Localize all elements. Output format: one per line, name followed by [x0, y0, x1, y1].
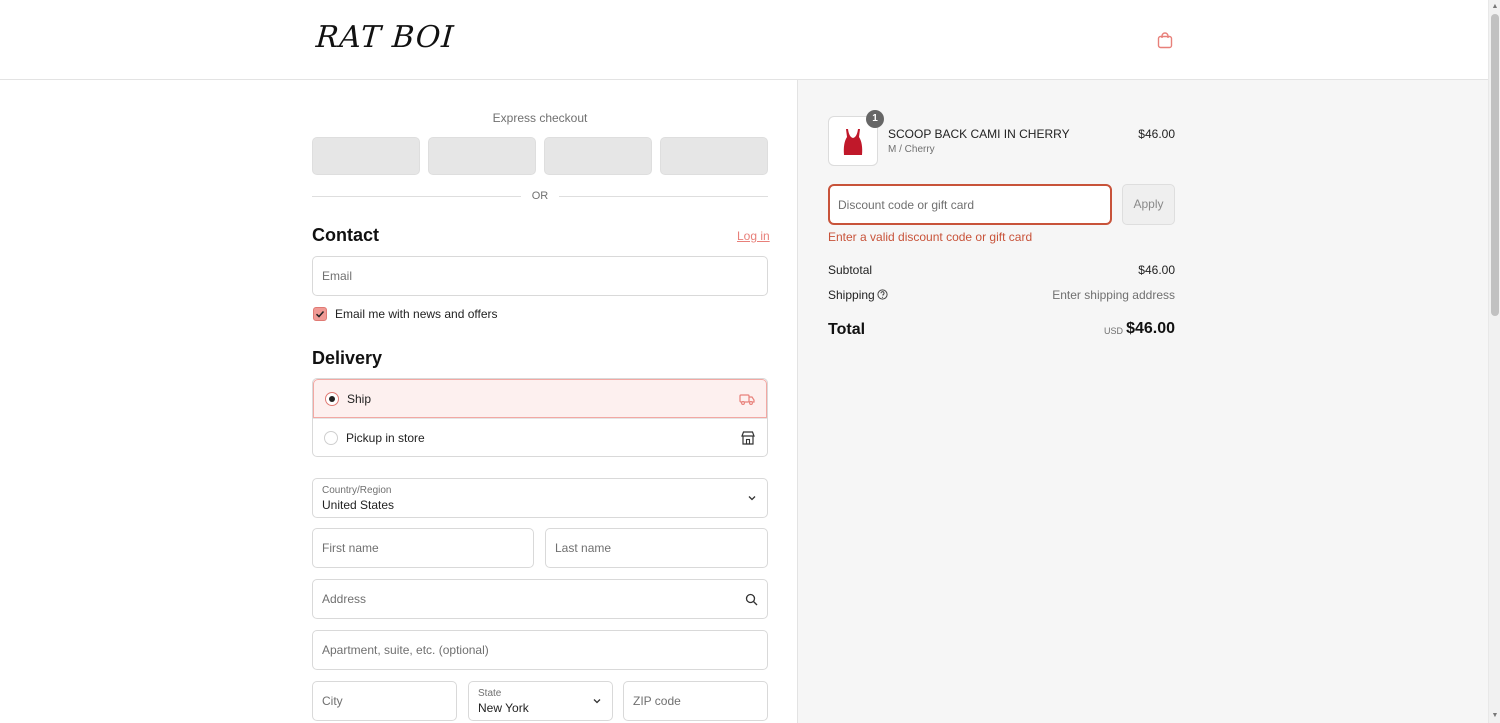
news-offers-label: Email me with news and offers [335, 307, 498, 321]
express-pay-button-3[interactable] [544, 137, 652, 175]
last-name-field[interactable] [545, 528, 768, 568]
country-select[interactable]: Country/Region United States [312, 478, 768, 518]
subtotal-value: $46.00 [1138, 263, 1175, 277]
log-in-link[interactable]: Log in [737, 229, 770, 243]
first-name-field[interactable] [312, 528, 534, 568]
order-summary-panel [797, 80, 1488, 723]
divider-left [312, 196, 521, 197]
apply-discount-button[interactable]: Apply [1122, 184, 1175, 225]
city-field[interactable] [312, 681, 457, 721]
delivery-option-pickup[interactable]: Pickup in store [313, 418, 767, 456]
last-name-input[interactable] [555, 541, 758, 555]
discount-code-input[interactable] [838, 197, 1102, 212]
ship-label: Ship [347, 391, 372, 406]
apartment-field[interactable] [312, 630, 768, 670]
delivery-heading: Delivery [312, 348, 383, 368]
state-value: New York [478, 701, 529, 715]
discount-error-message: Enter a valid discount code or gift card [828, 230, 1033, 244]
express-checkout-label: Express checkout [492, 111, 588, 125]
total-value: $46.00 [1126, 320, 1175, 337]
address-field[interactable] [312, 579, 768, 619]
express-pay-button-4[interactable] [660, 137, 768, 175]
scroll-down-arrow-icon[interactable]: ▼ [1491, 711, 1499, 721]
country-label: Country/Region [322, 485, 392, 496]
express-pay-button-1[interactable] [312, 137, 420, 175]
store-logo[interactable]: RAT BOI [315, 20, 456, 55]
news-offers-checkbox[interactable] [313, 307, 327, 321]
help-circle-icon[interactable] [877, 289, 888, 300]
express-pay-button-2[interactable] [428, 137, 536, 175]
pickup-radio[interactable] [324, 431, 338, 445]
shopping-bag-icon[interactable] [1156, 31, 1174, 49]
store-icon [741, 431, 755, 445]
shipping-label: Shipping [828, 288, 875, 302]
state-select[interactable]: State New York [468, 681, 613, 721]
chevron-down-icon [593, 699, 601, 704]
delivery-option-ship[interactable]: Ship [313, 379, 767, 418]
email-field[interactable] [312, 256, 768, 296]
product-variant: M / Cherry [888, 144, 935, 155]
or-divider-label: OR [531, 190, 549, 202]
state-label: State [478, 688, 502, 699]
zip-input[interactable] [633, 694, 758, 708]
site-header: RAT BOI [0, 0, 1488, 80]
email-input[interactable] [322, 269, 758, 283]
chevron-down-icon [748, 496, 756, 501]
pickup-label: Pickup in store [346, 431, 425, 445]
address-input[interactable] [322, 592, 745, 606]
zip-field[interactable] [623, 681, 768, 721]
city-input[interactable] [322, 694, 447, 708]
product-name: SCOOP BACK CAMI IN CHERRY [888, 127, 1070, 141]
first-name-input[interactable] [322, 541, 524, 555]
country-value: United States [322, 498, 395, 512]
page-scrollbar[interactable]: ▲ ▼ [1488, 0, 1500, 723]
scroll-thumb[interactable] [1491, 14, 1499, 316]
scroll-up-arrow-icon[interactable]: ▲ [1491, 2, 1499, 12]
contact-heading: Contact [312, 225, 379, 245]
product-price: $46.00 [1138, 127, 1175, 141]
shipping-value: Enter shipping address [1052, 288, 1175, 302]
divider-right [559, 196, 768, 197]
delivery-method-group: Ship Pickup in store [312, 378, 768, 457]
apartment-input[interactable] [322, 643, 758, 657]
search-icon[interactable] [745, 593, 758, 606]
total-label: Total [828, 321, 866, 338]
ship-radio[interactable] [325, 391, 339, 406]
checkmark-icon [315, 310, 325, 318]
quantity-badge: 1 [866, 110, 884, 128]
discount-code-field[interactable] [828, 184, 1112, 225]
subtotal-label: Subtotal [828, 263, 873, 277]
truck-icon [739, 393, 755, 405]
